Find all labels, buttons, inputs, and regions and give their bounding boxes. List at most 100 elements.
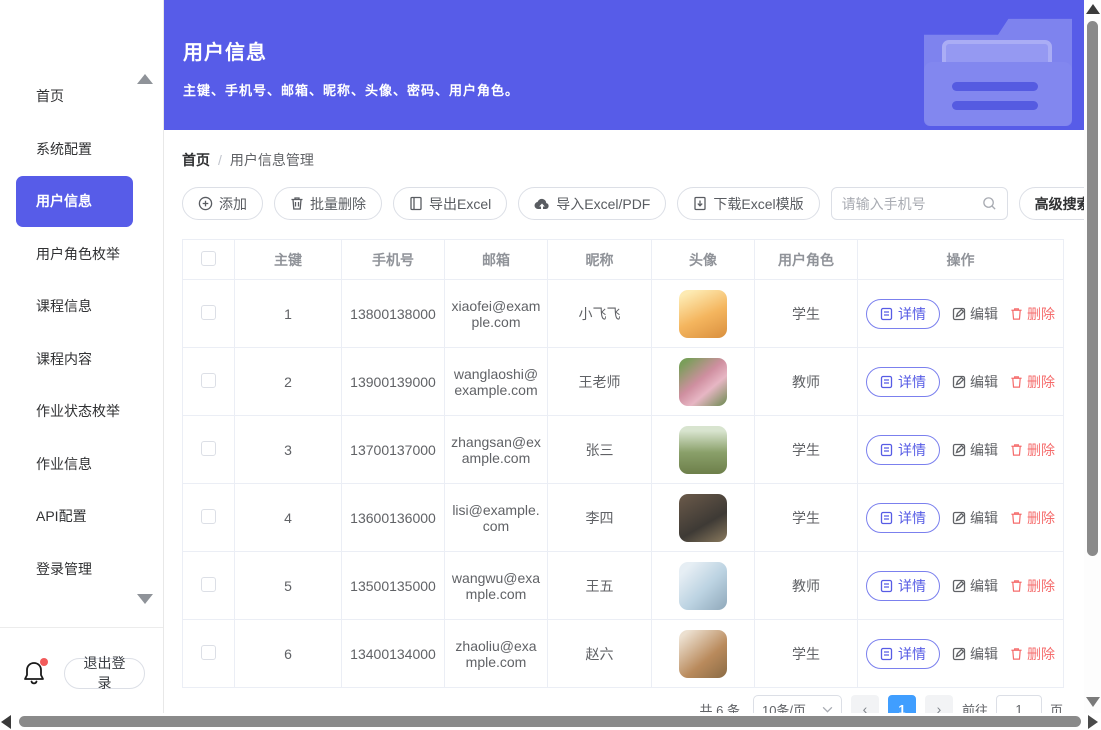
col-header-id: 主键 xyxy=(235,240,342,280)
sidebar-item-course-content[interactable]: 课程内容 xyxy=(0,333,163,386)
row-checkbox[interactable] xyxy=(201,373,216,388)
table-row: 1 13800138000 xiaofei@example.com 小飞飞 学生… xyxy=(183,280,1064,348)
advanced-search-button[interactable]: 高级搜索 xyxy=(1019,187,1084,220)
cell-role: 学生 xyxy=(755,280,858,348)
sidebar-item-system-config[interactable]: 系统配置 xyxy=(0,123,163,176)
sidebar-item-user-info[interactable]: 用户信息 xyxy=(0,175,163,228)
cloud-upload-icon xyxy=(534,197,550,211)
col-header-nickname: 昵称 xyxy=(548,240,652,280)
detail-button[interactable]: 详情 xyxy=(866,571,940,601)
cell-role: 教师 xyxy=(755,348,858,416)
detail-button[interactable]: 详情 xyxy=(866,367,940,397)
delete-button[interactable]: 删除 xyxy=(1010,372,1055,392)
document-icon xyxy=(880,307,893,321)
batch-delete-button[interactable]: 批量删除 xyxy=(274,187,382,220)
vertical-scrollbar-thumb[interactable] xyxy=(1087,21,1098,556)
select-all-checkbox[interactable] xyxy=(201,251,216,266)
breadcrumb-home-link[interactable]: 首页 xyxy=(182,150,210,170)
table-row: 4 13600136000 lisi@example.com 李四 学生 详情 … xyxy=(183,484,1064,552)
avatar xyxy=(679,358,727,406)
edit-button[interactable]: 编辑 xyxy=(952,304,998,324)
trash-icon xyxy=(1010,375,1023,389)
logout-button[interactable]: 退出登录 xyxy=(64,658,145,689)
scroll-down-arrow-icon[interactable] xyxy=(1086,697,1100,707)
import-excel-pdf-button[interactable]: 导入Excel/PDF xyxy=(518,187,666,220)
vertical-scrollbar[interactable] xyxy=(1084,0,1101,730)
cell-phone: 13600136000 xyxy=(342,484,445,552)
cell-nickname: 小飞飞 xyxy=(548,280,652,348)
user-table: 主键 手机号 邮箱 昵称 头像 用户角色 操作 1 13800138000 x xyxy=(182,239,1064,688)
scroll-right-arrow-icon[interactable] xyxy=(1088,715,1098,729)
sidebar-scroll-down-icon[interactable] xyxy=(137,594,153,604)
add-button[interactable]: 添加 xyxy=(182,187,263,220)
detail-button[interactable]: 详情 xyxy=(866,639,940,669)
document-icon xyxy=(880,579,893,593)
col-header-phone: 手机号 xyxy=(342,240,445,280)
edit-button[interactable]: 编辑 xyxy=(952,644,998,664)
scroll-left-arrow-icon[interactable] xyxy=(1,715,11,729)
delete-button[interactable]: 删除 xyxy=(1010,440,1055,460)
sidebar-item-homework-status-enum[interactable]: 作业状态枚举 xyxy=(0,385,163,438)
download-doc-icon xyxy=(693,196,707,211)
download-excel-template-button[interactable]: 下载Excel模版 xyxy=(677,187,819,220)
cell-email: wanglaoshi@example.com xyxy=(445,348,548,416)
cell-phone: 13900139000 xyxy=(342,348,445,416)
notification-bell-icon[interactable] xyxy=(22,660,46,686)
cell-nickname: 张三 xyxy=(548,416,652,484)
trash-icon xyxy=(1010,647,1023,661)
row-checkbox[interactable] xyxy=(201,305,216,320)
row-checkbox[interactable] xyxy=(201,577,216,592)
sidebar-item-homework-info[interactable]: 作业信息 xyxy=(0,438,163,491)
cell-nickname: 赵六 xyxy=(548,620,652,688)
delete-button[interactable]: 删除 xyxy=(1010,304,1055,324)
delete-button[interactable]: 删除 xyxy=(1010,576,1055,596)
trash-icon xyxy=(1010,443,1023,457)
sidebar-item-label: 用户信息 xyxy=(36,191,92,211)
scroll-up-arrow-icon[interactable] xyxy=(1086,4,1100,14)
sidebar-item-login-management[interactable]: 登录管理 xyxy=(0,543,163,596)
cell-role: 学生 xyxy=(755,484,858,552)
sidebar-item-label: API配置 xyxy=(36,506,87,526)
row-checkbox[interactable] xyxy=(201,645,216,660)
edit-button[interactable]: 编辑 xyxy=(952,508,998,528)
avatar xyxy=(679,494,727,542)
cell-id: 5 xyxy=(235,552,342,620)
export-icon xyxy=(409,196,423,211)
edit-icon xyxy=(952,511,966,525)
sidebar-item-user-role-enum[interactable]: 用户角色枚举 xyxy=(0,228,163,281)
delete-button[interactable]: 删除 xyxy=(1010,644,1055,664)
sidebar-item-api-config[interactable]: API配置 xyxy=(0,490,163,543)
edit-button[interactable]: 编辑 xyxy=(952,372,998,392)
horizontal-scrollbar[interactable] xyxy=(0,713,1101,730)
search-icon xyxy=(982,196,997,211)
sidebar-item-course-info[interactable]: 课程信息 xyxy=(0,280,163,333)
phone-search-field[interactable] xyxy=(831,187,1008,220)
edit-button[interactable]: 编辑 xyxy=(952,440,998,460)
document-icon xyxy=(880,443,893,457)
cell-nickname: 李四 xyxy=(548,484,652,552)
main-area: 用户信息 主键、手机号、邮箱、昵称、头像、密码、用户角色。 首页 / 用户信息管… xyxy=(164,0,1084,730)
row-checkbox[interactable] xyxy=(201,509,216,524)
sidebar-item-home[interactable]: 首页 xyxy=(0,70,163,123)
cell-id: 3 xyxy=(235,416,342,484)
detail-button[interactable]: 详情 xyxy=(866,503,940,533)
row-checkbox[interactable] xyxy=(201,441,216,456)
edit-icon xyxy=(952,647,966,661)
cell-id: 6 xyxy=(235,620,342,688)
cell-role: 学生 xyxy=(755,620,858,688)
edit-button[interactable]: 编辑 xyxy=(952,576,998,596)
delete-button[interactable]: 删除 xyxy=(1010,508,1055,528)
edit-icon xyxy=(952,579,966,593)
sidebar-item-label: 首页 xyxy=(36,86,64,106)
table-row: 2 13900139000 wanglaoshi@example.com 王老师… xyxy=(183,348,1064,416)
document-icon xyxy=(880,375,893,389)
search-input[interactable] xyxy=(842,196,976,212)
detail-button[interactable]: 详情 xyxy=(866,435,940,465)
export-excel-button[interactable]: 导出Excel xyxy=(393,187,507,220)
cell-phone: 13400134000 xyxy=(342,620,445,688)
horizontal-scrollbar-thumb[interactable] xyxy=(19,716,1081,727)
sidebar-item-label: 系统配置 xyxy=(36,139,92,159)
detail-button[interactable]: 详情 xyxy=(866,299,940,329)
trash-icon xyxy=(1010,579,1023,593)
sidebar-item-label: 用户角色枚举 xyxy=(36,244,120,264)
